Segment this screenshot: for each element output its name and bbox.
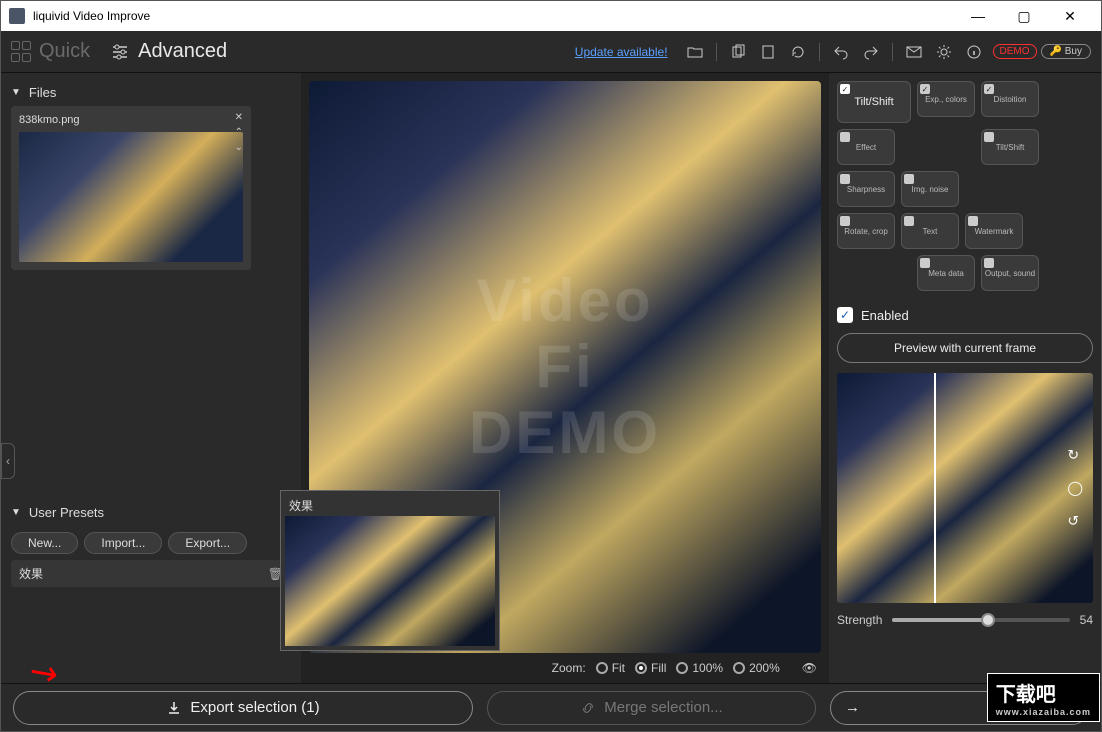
fx-tile-active[interactable]: ✓Tilt/Shift [837,81,911,123]
minimize-button[interactable]: — [955,1,1001,31]
mode-quick[interactable]: Quick [39,40,90,63]
buy-label: Buy [1065,46,1082,57]
demo-badge[interactable]: DEMO [993,44,1037,59]
mode-advanced[interactable]: Advanced [138,40,227,63]
compare-divider[interactable] [934,373,936,603]
redo-icon[interactable] [862,43,880,61]
left-panel: ▼ Files 838kmo.png ✕ ⌃ ⌄ ‹ ▼ U [1,73,301,683]
titlebar: liquivid Video Improve — ▢ ✕ [1,1,1101,31]
eye-icon[interactable]: 👁 [802,661,817,675]
enabled-label: Enabled [861,308,909,323]
fx-tile-effect[interactable]: Effect [837,129,895,165]
maximize-button[interactable]: ▢ [1001,1,1047,31]
effect-preview[interactable]: ↻ ◯ ↺ [837,373,1093,603]
fx-tile-sharpness[interactable]: Sharpness [837,171,895,207]
demo-watermark: Video Fi DEMO [437,268,693,466]
presets-header[interactable]: ▼ User Presets [11,499,291,526]
zoom-controls: Zoom: Fit Fill 100% 200% 👁 [309,653,821,675]
paste-icon[interactable] [759,43,777,61]
files-header[interactable]: ▼ Files [11,79,291,106]
strength-value: 54 [1080,613,1093,627]
undo-icon[interactable] [832,43,850,61]
save-to-button[interactable]: → Save to... [830,691,1089,725]
window-title: liquivid Video Improve [33,9,150,23]
enabled-toggle[interactable]: ✓ Enabled [837,307,1093,323]
link-icon [580,700,596,716]
focus-point-icon[interactable]: ◯ [1067,480,1083,497]
fx-tile-label: Tilt/Shift [854,96,893,108]
close-button[interactable]: ✕ [1047,1,1093,31]
gear-icon[interactable] [935,43,953,61]
preset-preview-image [285,516,495,646]
app-icon [9,8,25,24]
move-up-icon[interactable]: ⌃ [235,127,243,138]
preset-import-button[interactable]: Import... [84,532,162,554]
thumbnail-image [19,132,243,262]
buy-button[interactable]: 🔑 Buy [1041,44,1091,59]
fx-tile-watermark[interactable]: Watermark [965,213,1023,249]
info-icon[interactable] [965,43,983,61]
preset-new-button[interactable]: New... [11,532,78,554]
main-toolbar: Quick Advanced Update available! DEMO 🔑 … [1,31,1101,73]
preset-item[interactable]: 效果 🗑 [11,560,291,587]
remove-file-icon[interactable]: ✕ [235,112,243,123]
export-icon [166,700,182,716]
fx-tile-distortion[interactable]: ✓Distoition [981,81,1039,117]
collapse-left-handle[interactable]: ‹ [1,443,15,479]
zoom-label: Zoom: [552,661,586,675]
checkbox-icon[interactable]: ✓ [837,307,853,323]
rotate-cw-icon[interactable]: ↻ [1067,447,1083,464]
fx-tile-rotate[interactable]: Rotate, crop [837,213,895,249]
preset-preview-title: 效果 [285,495,495,516]
zoom-200[interactable]: 200% [733,661,780,675]
save-label: Save to... [1011,699,1074,716]
fx-tile-exp-colors[interactable]: ✓Exp., colors [917,81,975,117]
zoom-fit[interactable]: Fit [596,661,625,675]
presets-header-label: User Presets [29,505,104,520]
zoom-fill[interactable]: Fill [635,661,666,675]
fx-tile-output[interactable]: Output, sound [981,255,1039,291]
mail-icon[interactable] [905,43,923,61]
grid-icon[interactable] [11,41,33,63]
preset-export-button[interactable]: Export... [168,532,247,554]
zoom-100[interactable]: 100% [676,661,723,675]
rotate-ccw-icon[interactable]: ↺ [1067,513,1083,530]
right-panel: ✓Tilt/Shift ✓Exp., colors ✓Distoition Ef… [829,73,1101,683]
sliders-icon[interactable] [110,42,130,62]
fx-tile-metadata[interactable]: Meta data [917,255,975,291]
bottom-bar: Export selection (1) Merge selection... … [1,683,1101,731]
effects-grid: ✓Tilt/Shift ✓Exp., colors ✓Distoition Ef… [837,81,1093,291]
move-down-icon[interactable]: ⌄ [235,142,243,153]
fx-tile-tiltshift[interactable]: Tilt/Shift [981,129,1039,165]
fx-tile-noise[interactable]: Img. noise [901,171,959,207]
export-selection-button[interactable]: Export selection (1) [13,691,473,725]
export-label: Export selection (1) [190,699,319,716]
merge-selection-button: Merge selection... [487,691,816,725]
folder-open-icon[interactable] [686,43,704,61]
copy-icon[interactable] [729,43,747,61]
strength-label: Strength [837,613,882,627]
merge-label: Merge selection... [604,699,722,716]
preset-item-label: 效果 [19,565,43,582]
file-name: 838kmo.png [19,114,243,126]
refresh-icon[interactable] [789,43,807,61]
update-available-link[interactable]: Update available! [575,45,668,59]
fx-tile-text[interactable]: Text [901,213,959,249]
strength-slider[interactable] [892,618,1069,622]
file-thumbnail[interactable]: 838kmo.png ✕ ⌃ ⌄ [11,106,251,270]
preview-frame-button[interactable]: Preview with current frame [837,333,1093,363]
chevron-down-icon: ▼ [11,87,21,98]
preset-preview-popup: 效果 [280,490,500,651]
files-header-label: Files [29,85,56,100]
chevron-down-icon: ▼ [11,507,21,518]
